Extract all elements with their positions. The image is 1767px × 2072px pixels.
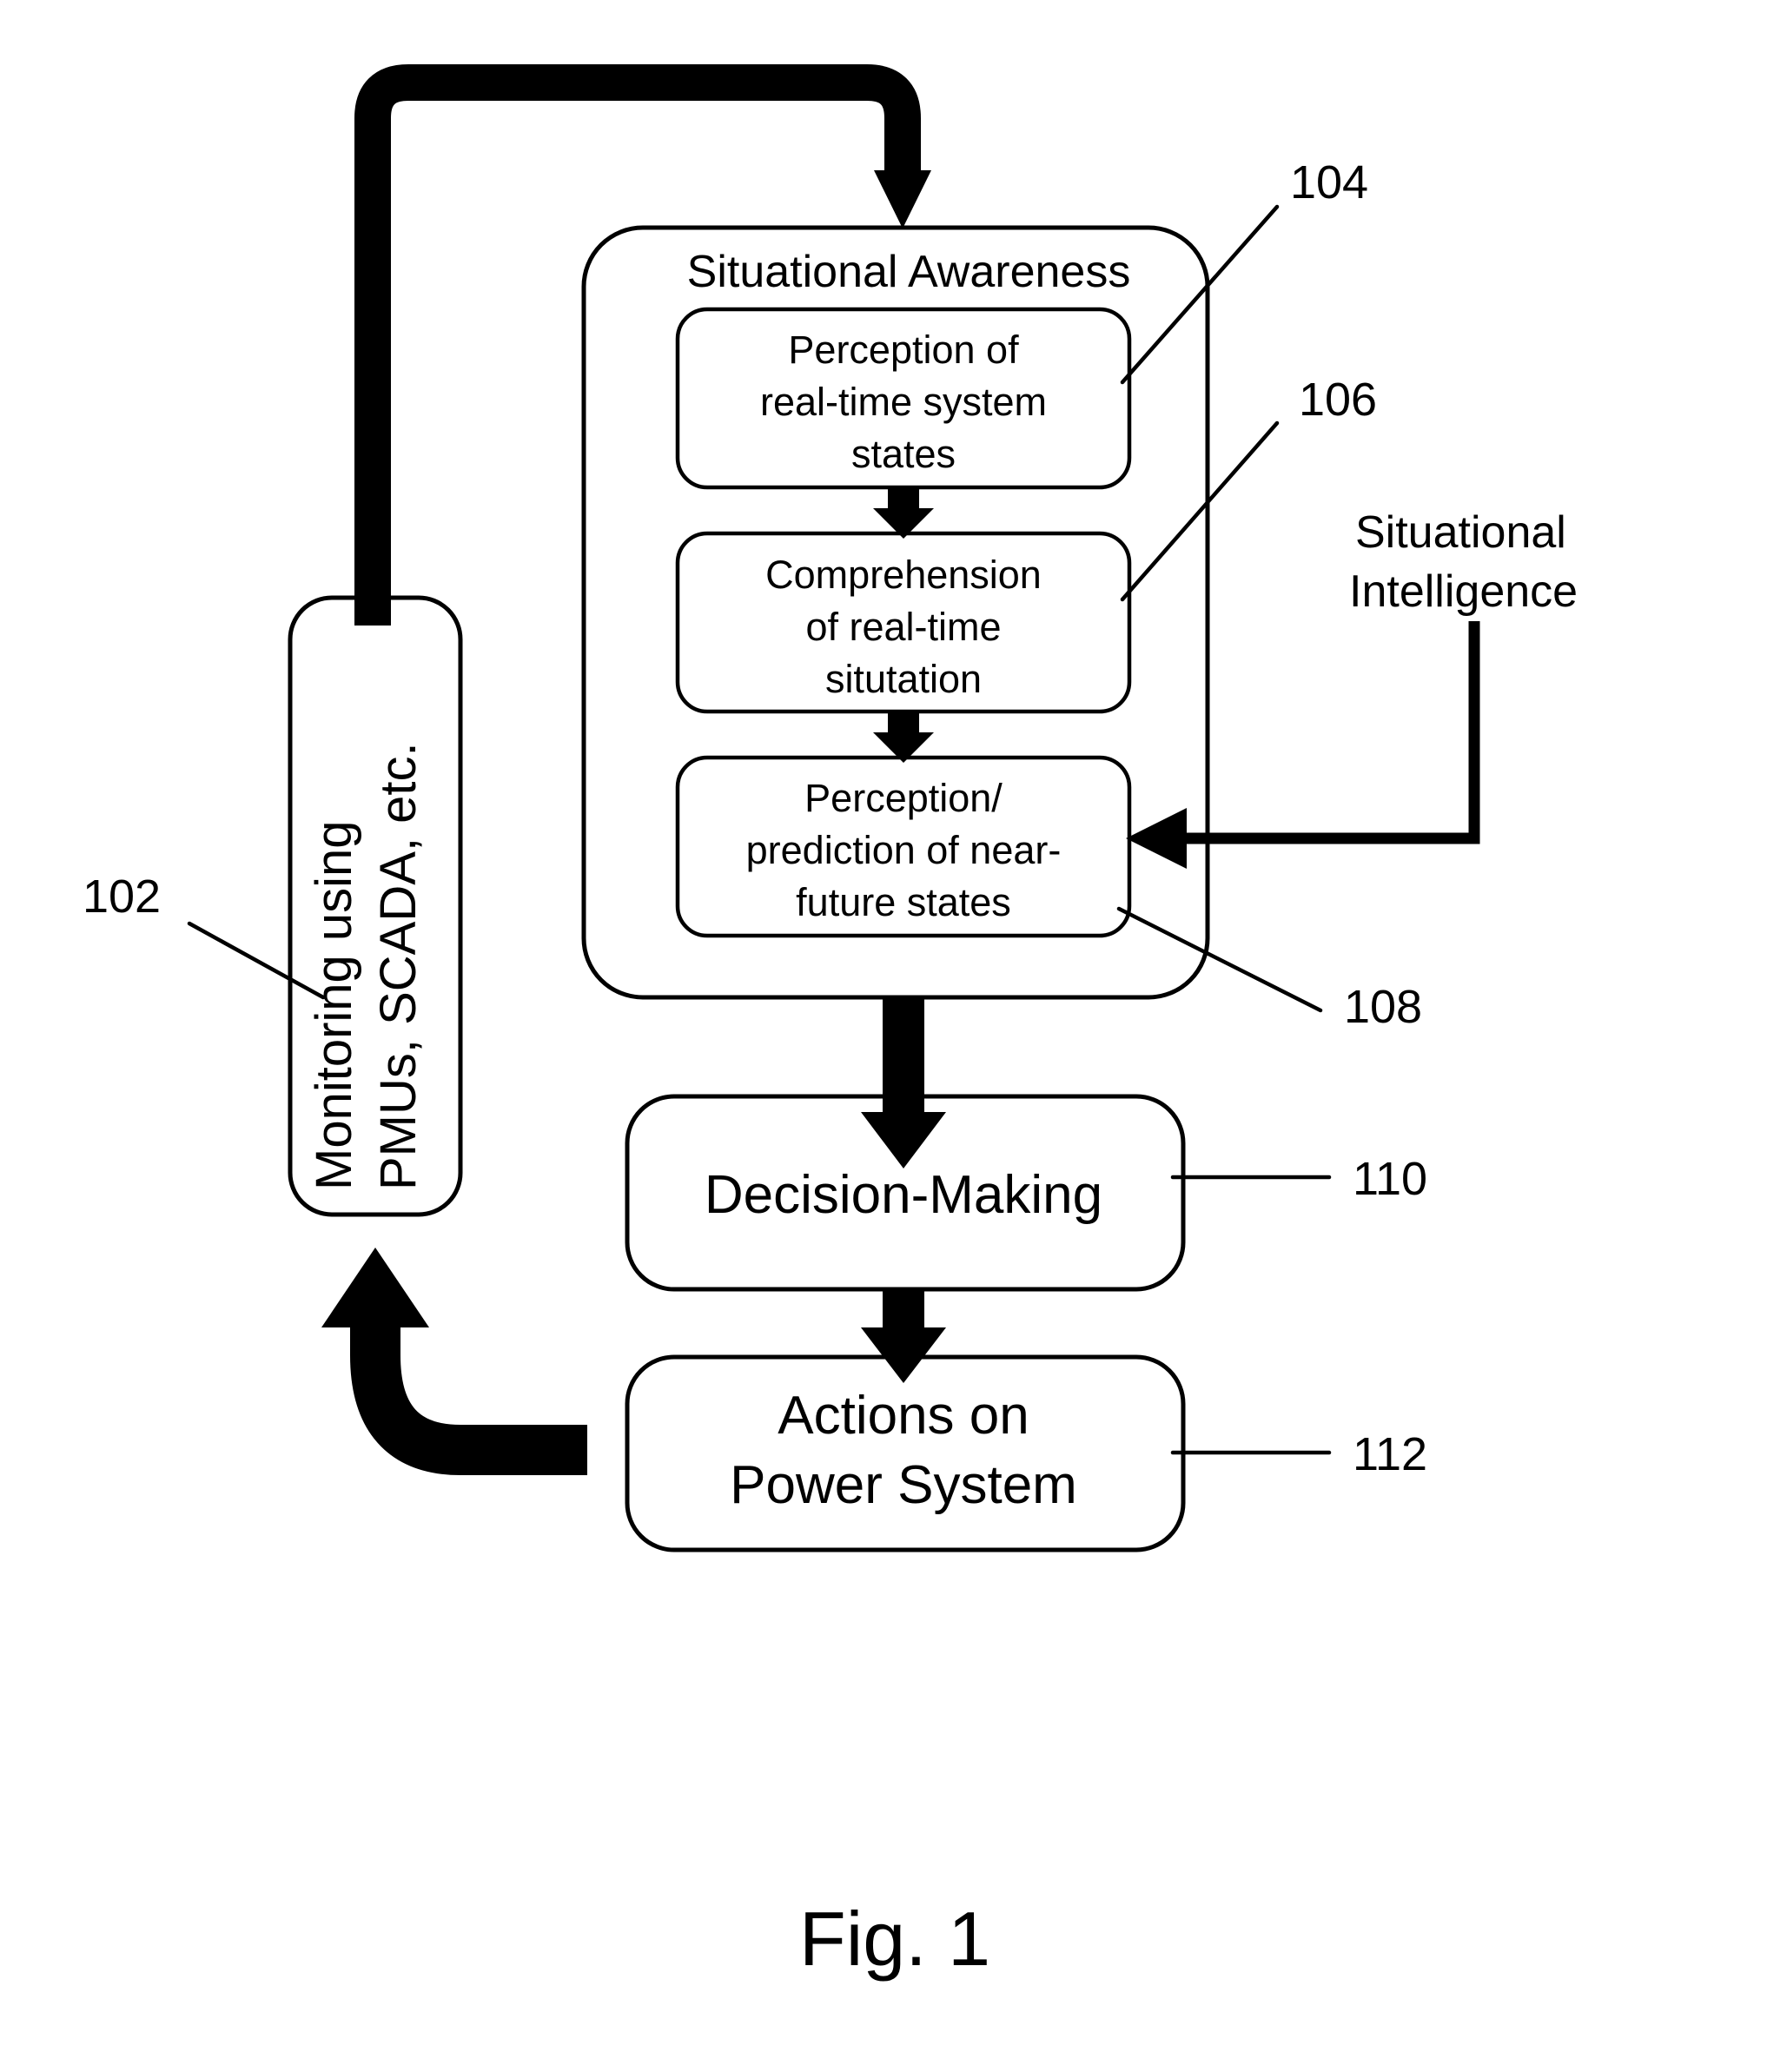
arrowhead-up-into-monitoring — [321, 1248, 429, 1327]
stage-1-line-1: Perception of — [788, 328, 1019, 372]
stage-1-line-3: states — [851, 432, 956, 476]
stage-1-line-2: real-time system — [760, 380, 1047, 424]
arrowhead-left-into-stage3 — [1126, 808, 1187, 869]
decision-making-label: Decision-Making — [705, 1165, 1102, 1225]
ref-number-108: 108 — [1344, 981, 1422, 1033]
ref-number-112: 112 — [1353, 1428, 1427, 1480]
stage-perception-realtime[interactable]: Perception of real-time system states — [675, 307, 1132, 490]
ref-number-110: 110 — [1353, 1153, 1427, 1205]
arrowhead-down-into-sa — [874, 170, 931, 228]
monitoring-line-1: Monitoring using — [306, 820, 362, 1190]
stage-2-line-1: Comprehension — [765, 553, 1042, 597]
stage-prediction-nearfuture[interactable]: Perception/ prediction of near- future s… — [675, 755, 1132, 938]
ref-number-104: 104 — [1290, 156, 1368, 209]
stage-2-line-2: of real-time — [805, 605, 1001, 649]
ref-leader-108: 108 — [1116, 906, 1422, 1033]
ref-number-102: 102 — [83, 871, 161, 923]
figure-canvas: Monitoring using PMUs, SCADA, etc. 102 S… — [83, 64, 1578, 1982]
ref-leader-102: 102 — [83, 871, 326, 1000]
arrow-sa-to-decision — [861, 997, 946, 1168]
patent-figure: Monitoring using PMUs, SCADA, etc. 102 S… — [0, 0, 1767, 2072]
situational-intelligence-line-2: Intelligence — [1349, 566, 1578, 617]
ref-number-106: 106 — [1299, 374, 1377, 426]
monitoring-block[interactable]: Monitoring using PMUs, SCADA, etc. — [288, 595, 463, 1217]
stage-2-line-3: situtation — [825, 657, 982, 701]
ref-leader-110: 110 — [1170, 1153, 1427, 1205]
stage-3-line-1: Perception/ — [804, 776, 1003, 820]
ref-leader-106: 106 — [1120, 374, 1377, 602]
actions-line-1: Actions on — [778, 1386, 1029, 1446]
ref-leader-104: 104 — [1120, 156, 1368, 385]
stage-3-line-3: future states — [796, 880, 1011, 924]
actions-line-2: Power System — [730, 1455, 1077, 1515]
arrow-stage1-to-stage2 — [873, 487, 934, 539]
arrow-stage2-to-stage3 — [873, 712, 934, 763]
monitoring-line-2: PMUs, SCADA, etc. — [370, 742, 427, 1190]
stage-3-line-2: prediction of near- — [746, 828, 1062, 872]
situational-awareness-title: Situational Awareness — [687, 247, 1131, 297]
figure-caption: Fig. 1 — [799, 1896, 990, 1982]
actions-on-power-system-box[interactable]: Actions on Power System — [625, 1354, 1186, 1552]
situational-intelligence-arrow — [1126, 621, 1480, 869]
stage-comprehension-realtime[interactable]: Comprehension of real-time situtation — [675, 531, 1132, 714]
arrow-decision-to-actions — [861, 1289, 946, 1383]
feedback-arrow-bottom — [321, 1248, 587, 1475]
situational-intelligence-label: Situational Intelligence — [1349, 507, 1578, 617]
situational-intelligence-line-1: Situational — [1355, 507, 1566, 558]
ref-leader-112: 112 — [1170, 1428, 1427, 1480]
